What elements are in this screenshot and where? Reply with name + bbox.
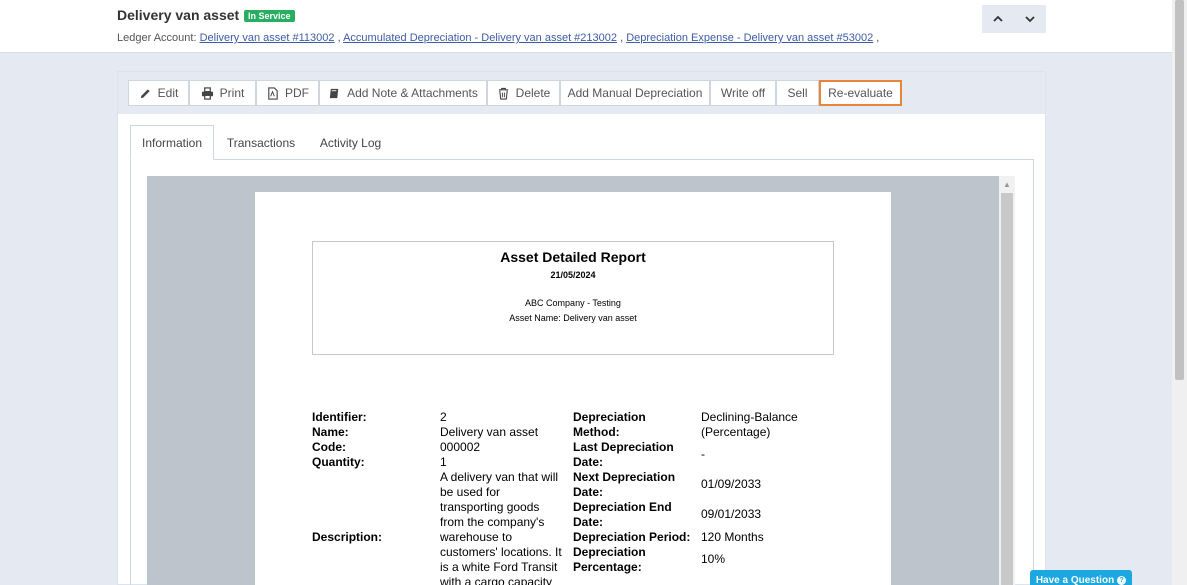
printer-icon: [201, 86, 213, 100]
identifier-label: Identifier:: [312, 410, 367, 424]
depreciation-end-date-value: 09/01/2033: [701, 507, 762, 521]
report-date: 21/05/2024: [550, 270, 596, 280]
tab-transactions[interactable]: Transactions: [214, 125, 308, 160]
description-line: transporting goods: [440, 500, 540, 514]
quantity-value: 1: [440, 455, 447, 469]
depreciation-method-label: Depreciation: [573, 410, 646, 424]
report-viewer: Asset Detailed Report 21/05/2024 ABC Com…: [147, 176, 999, 585]
pdf-button[interactable]: PDF: [256, 80, 319, 106]
pdf-icon: [268, 86, 278, 100]
depreciation-percentage-label: Depreciation: [573, 545, 646, 559]
status-badge: In Service: [244, 10, 295, 22]
name-label: Name:: [312, 425, 349, 439]
depreciation-method-label: Method:: [573, 425, 620, 439]
description-line: is a white Ford Transit: [440, 560, 558, 574]
scroll-up-icon[interactable]: ▲: [1003, 180, 1011, 189]
report-company: ABC Company - Testing: [525, 298, 621, 308]
question-icon: ?: [1117, 575, 1127, 585]
description-line: A delivery van that will: [440, 470, 559, 484]
depreciation-percentage-label: Percentage:: [573, 560, 642, 574]
description-line: from the company's: [440, 515, 545, 529]
description-line: be used for: [440, 485, 501, 499]
chevron-down-icon[interactable]: [1014, 5, 1046, 33]
last-depreciation-date-value: -: [701, 447, 705, 461]
description-line: customers' locations. It: [440, 545, 562, 559]
have-a-question-button[interactable]: Have a Question ?: [1030, 570, 1132, 585]
page-scrollbar[interactable]: [1172, 0, 1187, 585]
depreciation-percentage-value: 10%: [701, 552, 726, 566]
code-label: Code:: [312, 440, 346, 454]
depreciation-method-value: Declining-Balance: [701, 410, 798, 424]
viewer-scrollbar[interactable]: ▲: [999, 176, 1015, 585]
book-icon: [329, 88, 339, 98]
add-note-attachments-button[interactable]: Add Note & Attachments: [319, 80, 487, 106]
edit-button[interactable]: Edit: [128, 80, 189, 106]
ledger-link-asset[interactable]: Delivery van asset #113002: [200, 32, 335, 44]
ledger-link-expense[interactable]: Depreciation Expense - Delivery van asse…: [626, 32, 873, 44]
report-header: Asset Detailed Report 21/05/2024 ABC Com…: [312, 241, 834, 355]
action-toolbar: Edit Print PDF Add Note & Attachments De…: [118, 72, 1045, 114]
last-depreciation-date-label: Last Depreciation: [573, 440, 674, 454]
re-evaluate-button[interactable]: Re-evaluate: [819, 80, 902, 106]
quantity-label: Quantity:: [312, 455, 365, 469]
print-button[interactable]: Print: [189, 80, 256, 106]
depreciation-period-value: 120 Months: [701, 530, 764, 544]
chevron-up-icon[interactable]: [982, 5, 1014, 33]
depreciation-period-label: Depreciation Period:: [573, 530, 691, 544]
pencil-icon: [140, 88, 150, 98]
description-line: with a cargo capacity: [440, 575, 553, 585]
sell-button[interactable]: Sell: [776, 80, 819, 106]
depreciation-end-date-label: Depreciation End: [573, 500, 672, 514]
tab-activity-log[interactable]: Activity Log: [308, 125, 393, 160]
next-depreciation-date-value: 01/09/2033: [701, 477, 762, 491]
report-asset-name: Asset Name: Delivery van asset: [509, 313, 637, 323]
last-depreciation-date-label: Date:: [573, 455, 604, 469]
depreciation-method-value: (Percentage): [701, 425, 771, 439]
page-title: Delivery van asset: [117, 7, 240, 23]
report-title: Asset Detailed Report: [500, 249, 646, 265]
record-navigation: [982, 5, 1046, 33]
depreciation-end-date-label: Date:: [573, 515, 604, 529]
identifier-value: 2: [440, 410, 447, 424]
trash-icon: [498, 87, 508, 100]
ledger-label: Ledger Account:: [117, 32, 197, 44]
delete-button[interactable]: Delete: [487, 80, 560, 106]
add-manual-depreciation-button[interactable]: Add Manual Depreciation: [560, 80, 710, 106]
tab-information[interactable]: Information: [130, 125, 214, 160]
ledger-accounts: Ledger Account: Delivery van asset #1130…: [117, 32, 880, 44]
description-label: Description:: [312, 530, 383, 544]
ledger-link-accumulated[interactable]: Accumulated Depreciation - Delivery van …: [343, 32, 617, 44]
next-depreciation-date-label: Date:: [573, 485, 604, 499]
description-line: warehouse to: [440, 530, 513, 544]
write-off-button[interactable]: Write off: [710, 80, 776, 106]
report-page: Asset Detailed Report 21/05/2024 ABC Com…: [255, 192, 891, 585]
next-depreciation-date-label: Next Depreciation: [573, 470, 676, 484]
name-value: Delivery van asset: [440, 425, 539, 439]
page-header: Delivery van asset In Service Ledger Acc…: [0, 0, 1172, 53]
code-value: 000002: [440, 440, 481, 454]
